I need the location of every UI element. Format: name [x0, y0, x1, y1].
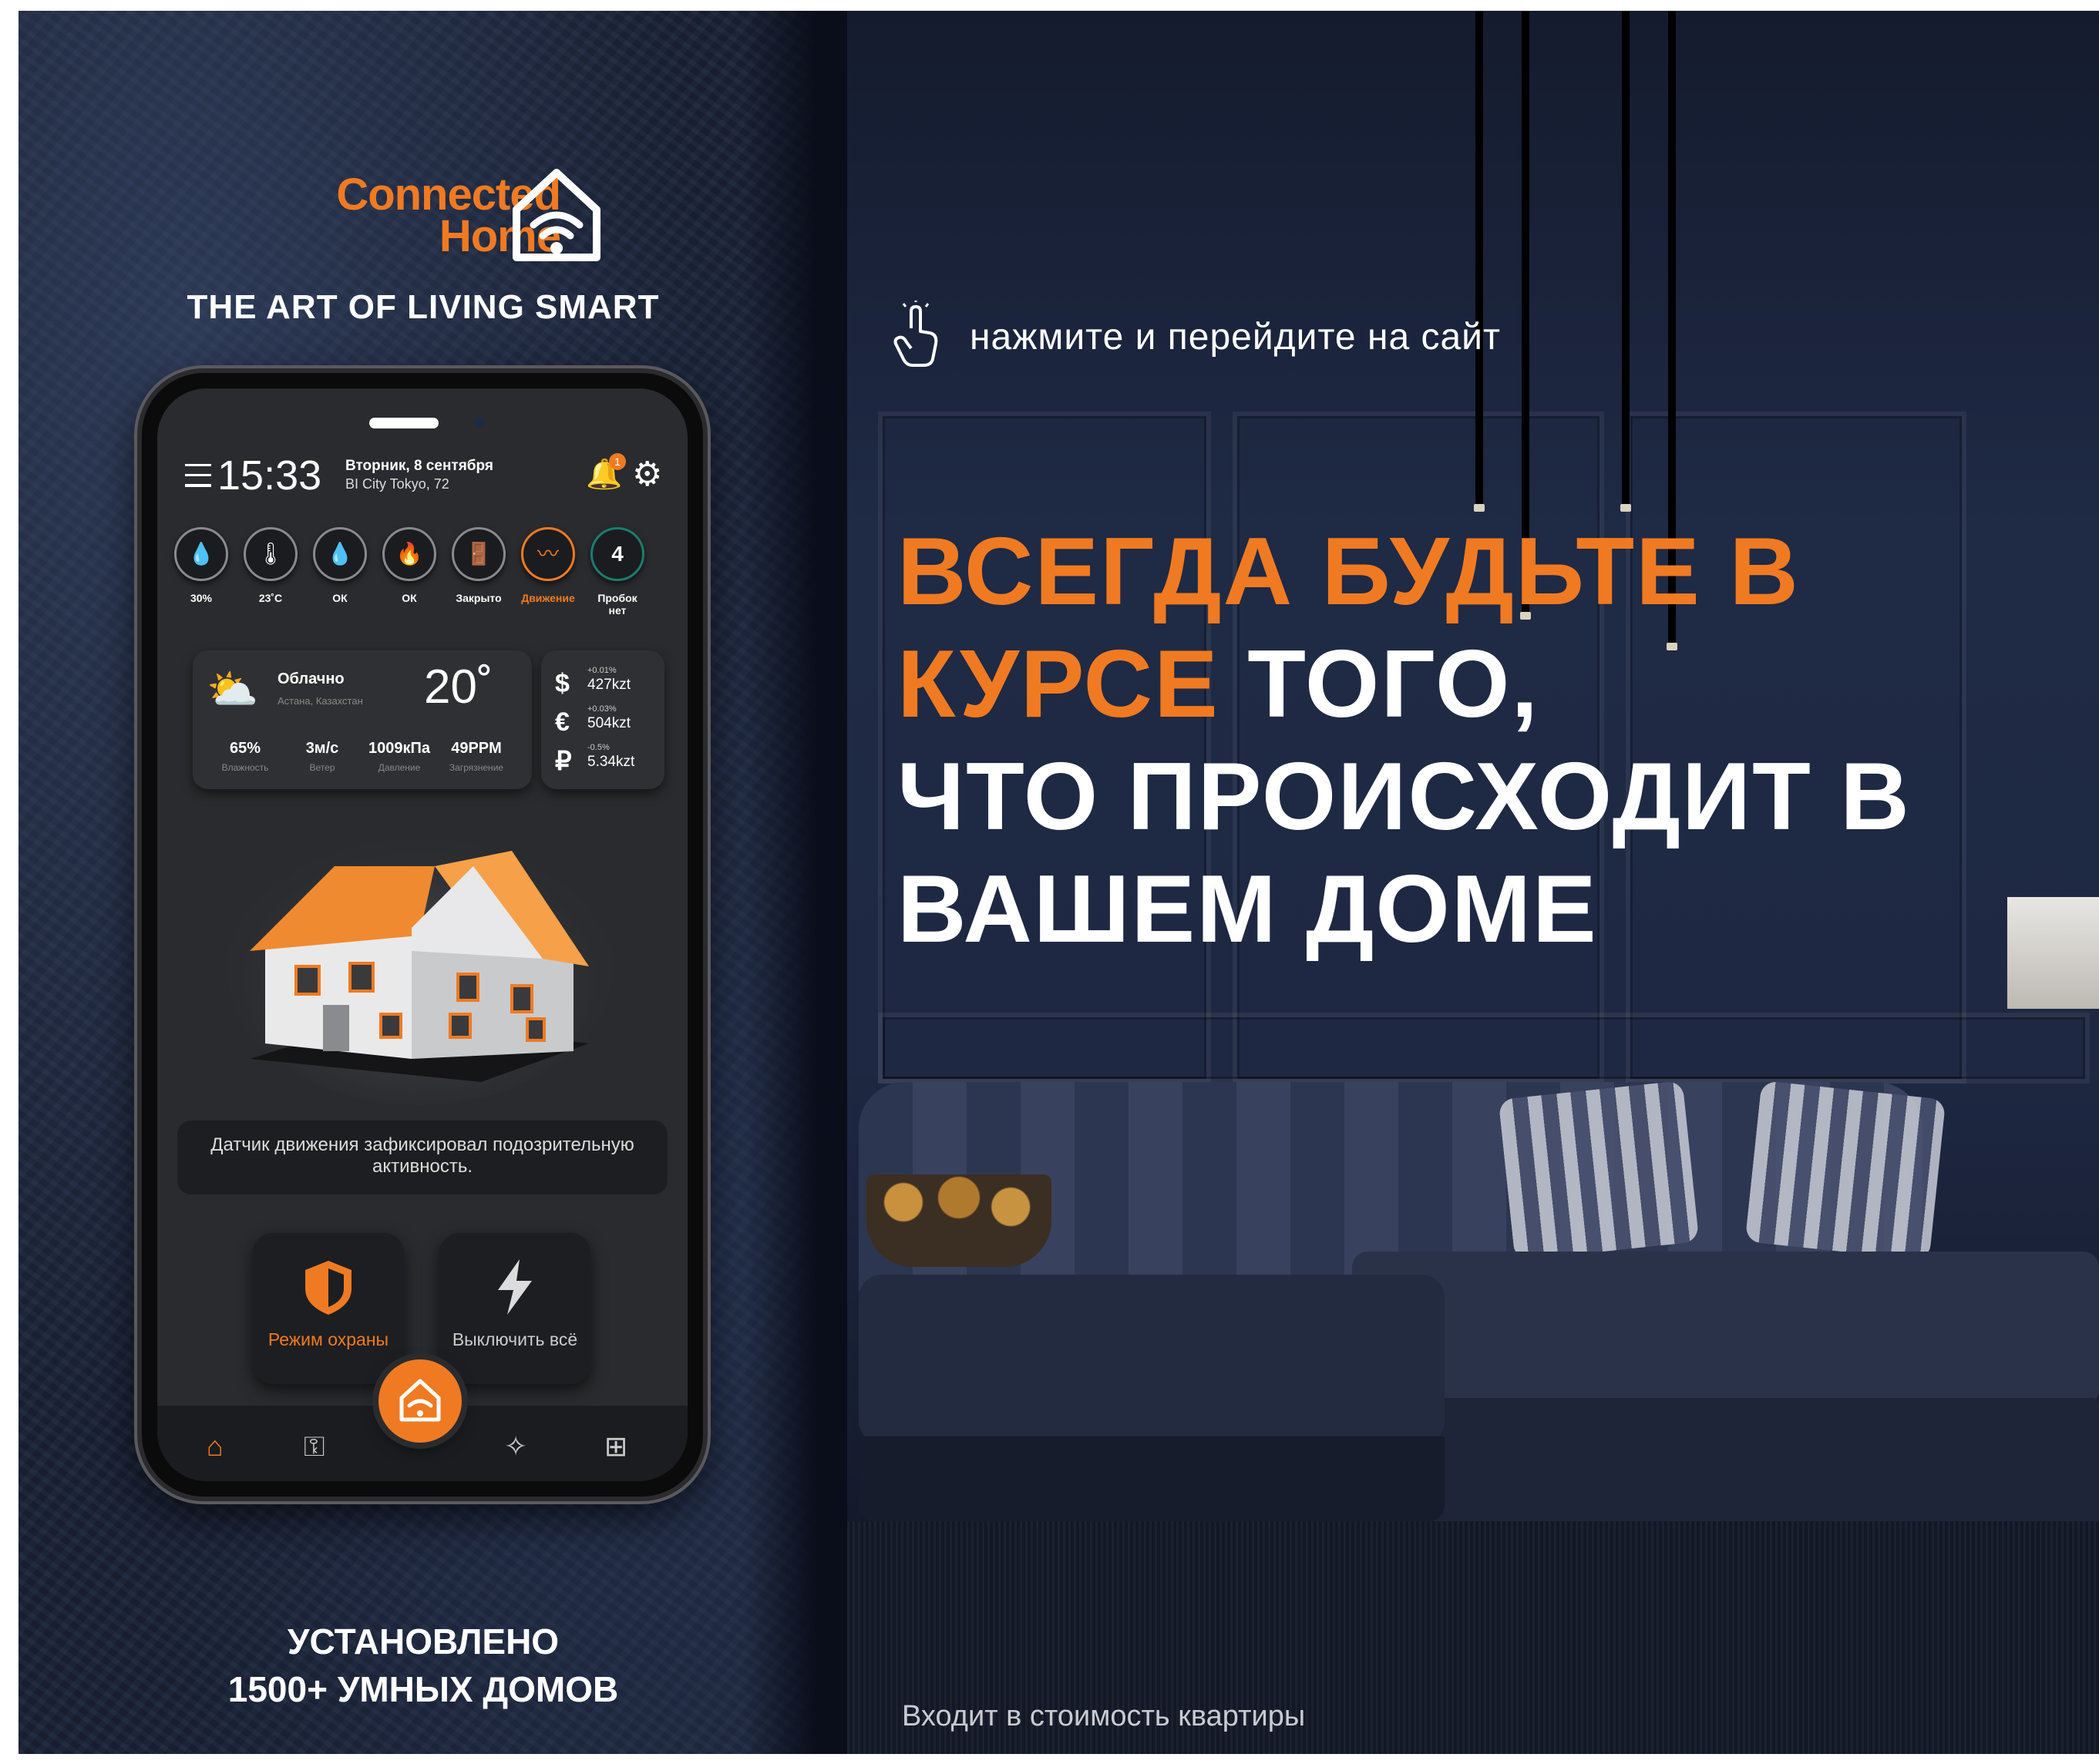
gear-icon[interactable]: ⚙ — [632, 455, 662, 494]
brand-tagline: THE ART OF LIVING SMART — [187, 288, 660, 326]
current-date: Вторник, 8 сентября — [345, 458, 493, 474]
sensor-fire[interactable]: 🔥 ОК — [379, 527, 439, 604]
pendant-lamp-tip — [1620, 504, 1631, 512]
home-wifi-fab-button[interactable] — [378, 1359, 462, 1443]
sensor-row: 💧 30% 🌡 23˚C 💧 ОК 🔥 ОК 🚪 Закрыто 〰 Движе… — [171, 527, 680, 617]
sensor-water-leak[interactable]: 💧 ОК — [310, 527, 370, 604]
clock-time: 15:33 — [217, 452, 322, 499]
pendant-lamp — [1622, 11, 1630, 504]
sensor-traffic[interactable]: 4 Пробок нет — [587, 527, 648, 617]
sensor-label: 23˚C — [258, 592, 283, 604]
humidity-icon: 💧 — [174, 527, 228, 581]
tap-hand-icon — [893, 301, 938, 367]
fruit-bowl — [866, 1174, 1051, 1267]
euro-icon: € — [555, 707, 570, 737]
sensor-humidity[interactable]: 💧 30% — [171, 527, 231, 604]
app-header: 15:33 Вторник, 8 сентября BI City Tokyo,… — [177, 449, 671, 502]
magic-wand-icon[interactable]: ✧ — [504, 1430, 527, 1463]
house-wifi-icon — [399, 1379, 441, 1422]
camera-dot — [475, 418, 484, 427]
sensor-label: ОК — [332, 592, 348, 604]
sensor-label: Пробок нет — [597, 592, 637, 617]
striped-pillow — [1498, 1080, 1700, 1261]
sensor-label: Закрыто — [456, 592, 502, 604]
turn-off-all-button[interactable]: Выключить всё — [439, 1233, 590, 1384]
sensor-label: Движение — [521, 592, 575, 604]
app-screen: 15:33 Вторник, 8 сентября BI City Tokyo,… — [157, 388, 688, 1481]
wall-molding — [878, 1013, 2090, 1084]
key-icon[interactable]: ⚿ — [304, 1430, 325, 1463]
sensor-temperature[interactable]: 🌡 23˚C — [241, 527, 301, 604]
weather-stat: 49PPM Загрязнение — [449, 740, 504, 773]
sensor-label: 30% — [190, 592, 213, 604]
house-3d-illustration — [227, 828, 612, 1105]
water-leak-icon: 💧 — [313, 527, 367, 581]
pendant-lamp — [1475, 11, 1483, 504]
connected-home-logo[interactable]: Connected Home — [194, 165, 703, 273]
cta-label: нажмите и перейдите на сайт — [970, 317, 1501, 358]
sensor-motion[interactable]: 〰 Движение — [518, 527, 578, 604]
home-address: BI City Tokyo, 72 — [345, 476, 449, 492]
ruble-icon: ₽ — [555, 747, 572, 776]
hamburger-menu-icon[interactable] — [185, 464, 211, 487]
traffic-icon: 4 — [590, 527, 644, 581]
speaker-notch — [369, 418, 439, 428]
phone-mockup: 15:33 Вторник, 8 сентября BI City Tokyo,… — [142, 373, 703, 1497]
notification-badge: 1 — [609, 453, 626, 470]
motion-alert-message[interactable]: Датчик движения зафиксировал подозритель… — [177, 1121, 668, 1194]
house-wifi-icon — [513, 169, 600, 261]
motion-icon: 〰 — [521, 527, 575, 581]
sensor-label: ОК — [402, 592, 417, 604]
weather-condition: Облачно — [278, 670, 345, 687]
turn-off-all-label: Выключить всё — [452, 1329, 578, 1349]
ottoman — [859, 1275, 1445, 1444]
striped-pillow — [1744, 1080, 1946, 1261]
fire-icon: 🔥 — [382, 527, 436, 581]
home-icon[interactable]: ⌂ — [207, 1430, 224, 1463]
ottoman-side — [859, 1436, 1445, 1521]
weather-card[interactable]: ⛅ Облачно Астана, Казахстан 20˚ 65% Влажн… — [193, 650, 532, 789]
cloud-sun-icon: ⛅ — [207, 667, 259, 713]
weather-temperature: 20˚ — [424, 660, 493, 714]
headline-white-part1: ТОГО, — [1247, 631, 1539, 738]
price-footnote: Входит в стоимость квартиры — [902, 1700, 1306, 1732]
shield-icon — [305, 1261, 352, 1315]
currency-card[interactable]: $ +0.01% 427kzt € +0.03% 504kzt ₽ -0.5% … — [541, 650, 664, 789]
visit-website-link[interactable]: нажмите и перейдите на сайт — [890, 301, 1630, 370]
pendant-lamp-tip — [1474, 504, 1485, 512]
thermometer-icon: 🌡 — [244, 527, 298, 581]
weather-stat: 3м/с Ветер — [305, 740, 339, 773]
dollar-icon: $ — [555, 669, 570, 698]
installed-homes-claim: УСТАНОВЛЕНО 1500+ УМНЫХ ДОМОВ — [227, 1621, 619, 1709]
headline-white-part2: ЧТО ПРОИСХОДИТ В ВАШЕМ ДОМЕ — [897, 744, 1911, 963]
lightning-icon — [498, 1259, 532, 1315]
weather-location: Астана, Казахстан — [278, 695, 363, 707]
weather-stat: 1009кПа Давление — [368, 740, 430, 773]
weather-stat: 65% Влажность — [221, 740, 269, 773]
security-mode-label: Режим охраны — [267, 1329, 389, 1349]
door-icon: 🚪 — [452, 527, 506, 581]
sensor-door[interactable]: 🚪 Закрыто — [449, 527, 509, 604]
headline: ВСЕГДА БУДЬТЕ В КУРСЕ ТОГО, ЧТО ПРОИСХОД… — [897, 516, 2069, 966]
ad-banner: Connected Home THE ART OF LIVING SMART 1… — [19, 11, 2099, 1754]
sofa-seat — [1352, 1252, 2099, 1406]
grid-icon[interactable]: ⊞ — [604, 1430, 627, 1463]
